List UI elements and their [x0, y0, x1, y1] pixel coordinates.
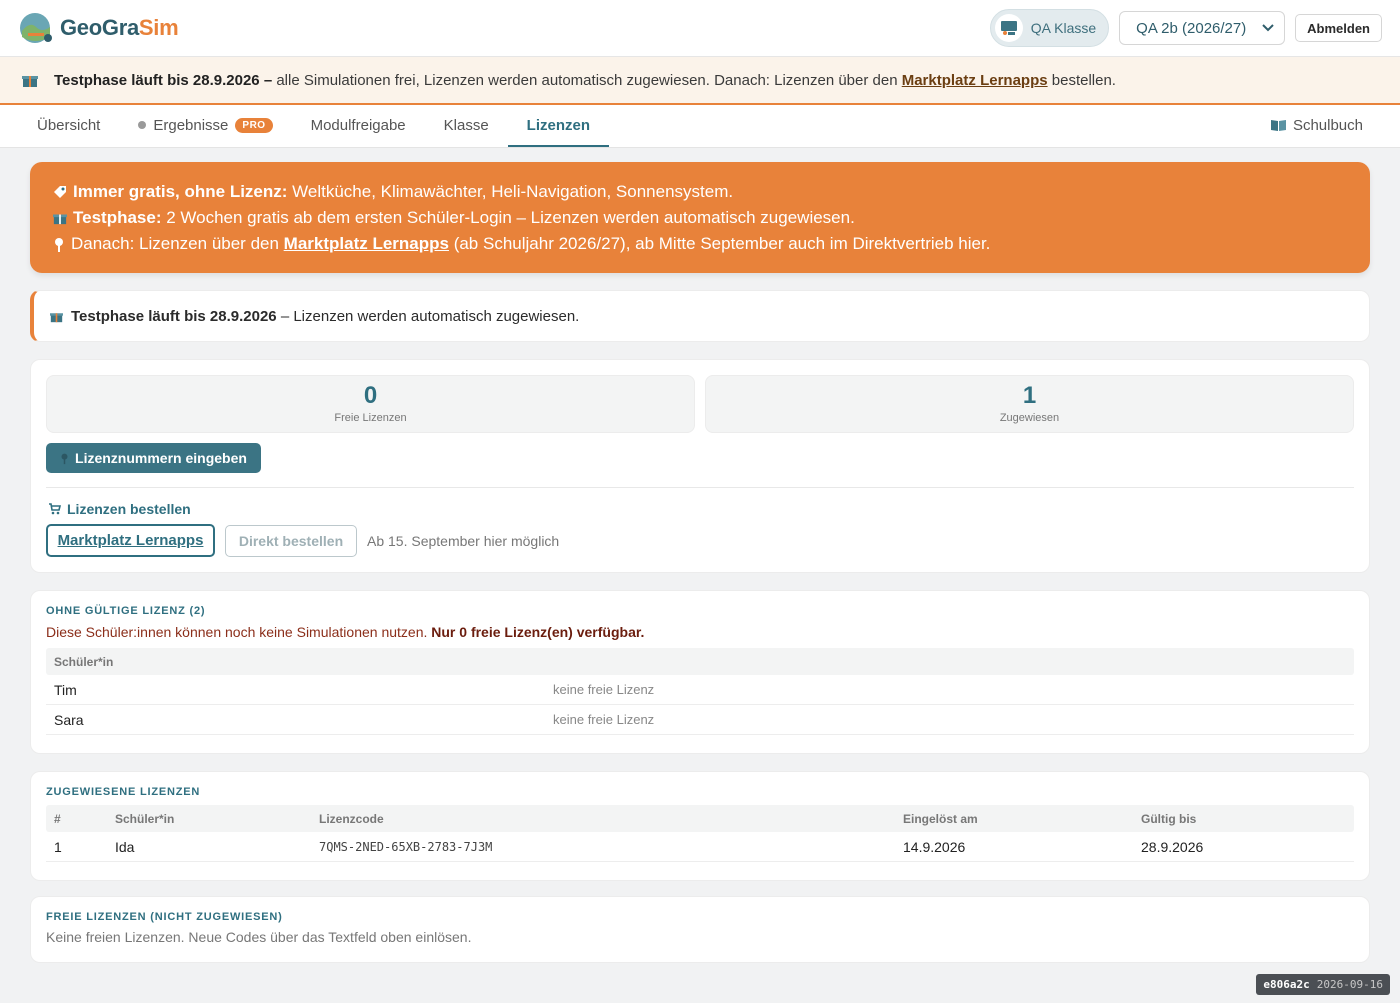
section-title: OHNE GÜLTIGE LIZENZ (2): [46, 605, 206, 617]
tag-icon: [54, 186, 66, 198]
gift-icon: [53, 214, 67, 225]
tab-bar: Übersicht Ergebnisse PRO Modulfreigabe K…: [0, 105, 1400, 148]
info-line-trial: Testphase: 2 Wochen gratis ab dem ersten…: [53, 205, 1347, 231]
table-header: # Schüler*in Lizenzcode Eingelöst am Gül…: [46, 805, 1354, 832]
app-header: GeoGraSim QA Klasse QA 2b (2026/27) Abme…: [0, 0, 1400, 57]
app-name: GeoGraSim: [60, 15, 179, 40]
class-select[interactable]: QA 2b (2026/27): [1119, 11, 1286, 45]
marketplace-link[interactable]: Marktplatz Lernapps: [284, 234, 449, 253]
book-icon: [1270, 120, 1286, 131]
enter-license-numbers-button[interactable]: Lizenznummern eingeben: [46, 443, 261, 473]
pin-icon: [61, 453, 68, 464]
free-licenses-empty: Keine freien Lizenzen. Neue Codes über d…: [46, 929, 472, 945]
app-logo[interactable]: GeoGraSim: [18, 11, 179, 45]
direct-order-button: Direkt bestellen: [225, 524, 357, 557]
table-row: Tim keine freie Lizenz: [46, 675, 1354, 705]
chevron-down-icon: [1262, 24, 1274, 32]
class-select-value: QA 2b (2026/27): [1136, 19, 1247, 37]
table-row: 1 Ida 7QMS-2NED-65XB-2783-7J3M 14.9.2026…: [46, 832, 1354, 862]
cart-icon: [49, 503, 61, 515]
license-stats-card: 0 Freie Lizenzen 1 Zugewiesen Lizenznumm…: [30, 359, 1370, 573]
marketplace-link[interactable]: Marktplatz Lernapps: [902, 72, 1048, 89]
pro-badge: PRO: [235, 117, 273, 133]
info-line-free: Immer gratis, ohne Lizenz: Weltküche, Kl…: [53, 179, 1347, 205]
assigned-licenses-card: ZUGEWIESENE LIZENZEN # Schüler*in Lizenz…: [30, 771, 1370, 881]
section-title: FREIE LIZENZEN (NICHT ZUGEWIESEN): [46, 911, 283, 923]
class-chip-label: QA Klasse: [1030, 20, 1097, 36]
tab-class[interactable]: Klasse: [425, 105, 508, 147]
logout-button[interactable]: Abmelden: [1295, 14, 1382, 42]
status-dot-icon: [138, 121, 147, 129]
tab-results[interactable]: Ergebnisse PRO: [119, 105, 291, 147]
license-info-box: Immer gratis, ohne Lizenz: Weltküche, Kl…: [30, 162, 1370, 273]
info-line-after: Danach: Lizenzen über den Marktplatz Ler…: [53, 231, 1347, 257]
tab-overview[interactable]: Übersicht: [18, 105, 119, 147]
trial-banner: Testphase läuft bis 28.9.2026 – alle Sim…: [0, 57, 1400, 105]
free-licenses-card: FREIE LIZENZEN (NICHT ZUGEWIESEN) Keine …: [30, 896, 1370, 963]
table-header: Schüler*in: [46, 648, 1354, 675]
free-licenses-stat: 0 Freie Lizenzen: [46, 375, 695, 433]
assigned-licenses-stat: 1 Zugewiesen: [705, 375, 1354, 433]
gift-icon: [22, 76, 38, 87]
direct-order-hint: Ab 15. September hier möglich: [367, 532, 560, 549]
pin-icon: [55, 237, 63, 252]
license-code: 7QMS-2NED-65XB-2783-7J3M: [319, 839, 493, 854]
section-title: ZUGEWIESENE LIZENZEN: [46, 786, 201, 798]
no-license-warning: Diese Schüler:innen können noch keine Si…: [46, 624, 645, 640]
gift-icon: [50, 312, 63, 322]
version-badge: e806a2c 2026-09-16: [1256, 974, 1390, 995]
trial-notice: Testphase läuft bis 28.9.2026 – Lizenzen…: [30, 290, 1370, 342]
class-chip[interactable]: QA Klasse: [989, 9, 1110, 47]
order-licenses-heading: Lizenzen bestellen: [49, 501, 1354, 517]
tab-licenses[interactable]: Lizenzen: [507, 105, 610, 147]
tab-textbook[interactable]: Schulbuch: [1252, 105, 1382, 147]
trial-banner-text: Testphase läuft bis 28.9.2026 – alle Sim…: [54, 71, 1116, 89]
classroom-icon: [994, 14, 1023, 42]
no-license-card: OHNE GÜLTIGE LIZENZ (2) Diese Schüler:in…: [30, 590, 1370, 754]
marketplace-button[interactable]: Marktplatz Lernapps: [46, 524, 215, 557]
globe-logo-icon: [20, 13, 52, 43]
tab-module-release[interactable]: Modulfreigabe: [292, 105, 425, 147]
table-row: Sara keine freie Lizenz: [46, 705, 1354, 735]
